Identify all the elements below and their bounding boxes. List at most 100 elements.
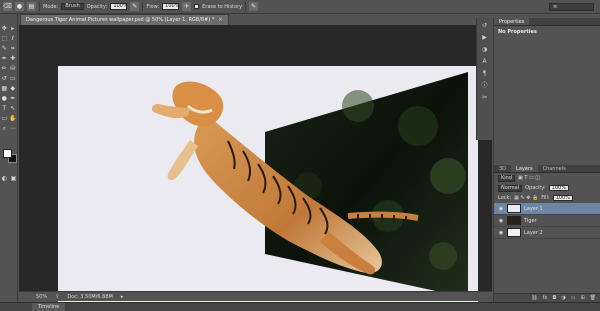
- workspace-select[interactable]: ≡: [549, 3, 594, 11]
- history-brush-tool-icon[interactable]: ↺: [0, 75, 8, 83]
- fx-icon[interactable]: fx: [543, 295, 548, 301]
- quick-select-tool-icon[interactable]: ✎: [0, 45, 8, 53]
- blend-mode-select[interactable]: Normal: [498, 184, 523, 192]
- layers-footer: ⛓ fx ◘ ◑ ▭ ⊞ 🗑: [494, 293, 600, 302]
- document-size: Doc: 3.50M/6.88M: [67, 293, 113, 300]
- layer-thumbnail: [507, 216, 521, 225]
- close-icon[interactable]: ×: [218, 15, 222, 25]
- character-panel-icon[interactable]: A: [480, 58, 490, 66]
- path-select-tool-icon[interactable]: ↖: [9, 105, 17, 113]
- tool-presets-icon[interactable]: ✂: [480, 94, 490, 102]
- screen-mode-icon[interactable]: ▣: [10, 175, 18, 183]
- layer-row[interactable]: ◉ Layer 1: [494, 203, 600, 215]
- flow-label: Flow:: [146, 3, 160, 10]
- opacity-input[interactable]: 100%: [110, 3, 128, 10]
- eye-icon[interactable]: ◉: [498, 218, 504, 224]
- shape-tool-icon[interactable]: ▭: [0, 115, 8, 123]
- layer-name: Tiger: [524, 217, 537, 224]
- layers-tabs: 3D Layers Channels: [494, 165, 600, 173]
- fill-label: Fill:: [541, 195, 550, 201]
- erase-history-checkbox[interactable]: [194, 4, 200, 9]
- mask-icon[interactable]: ◘: [552, 295, 556, 301]
- mode-label: Mode:: [43, 3, 59, 10]
- layer-row[interactable]: ◉ Layer 2: [494, 227, 600, 239]
- pressure-size-icon[interactable]: ✎: [249, 2, 259, 11]
- trash-icon[interactable]: 🗑: [590, 295, 596, 301]
- filter-icons[interactable]: ▣ T ▭ ◫: [518, 175, 540, 181]
- brush-panel-icon[interactable]: ▤: [27, 2, 36, 11]
- adjustments-panel-icon[interactable]: ◑: [480, 46, 490, 54]
- divider: [39, 2, 40, 11]
- brush-size-picker-icon[interactable]: ●: [15, 2, 24, 11]
- actions-panel-icon[interactable]: ▶: [480, 34, 490, 42]
- layer-thumbnail: [507, 204, 521, 213]
- eraser-tool-icon[interactable]: ⌫: [3, 2, 12, 11]
- eye-icon[interactable]: ◉: [498, 230, 504, 236]
- layer-name: Layer 2: [524, 229, 543, 236]
- eye-icon[interactable]: ◉: [498, 206, 504, 212]
- tab-timeline[interactable]: Timeline: [32, 303, 66, 311]
- artboard-tool-icon[interactable]: ▸: [9, 25, 17, 33]
- pressure-opacity-icon[interactable]: ✎: [130, 2, 140, 11]
- adjustment-layer-icon[interactable]: ◑: [561, 295, 565, 301]
- paragraph-panel-icon[interactable]: ¶: [480, 70, 490, 78]
- kind-filter-select[interactable]: Kind: [498, 174, 516, 182]
- divider: [245, 2, 247, 11]
- timeline-panel: Timeline: [0, 302, 600, 311]
- opacity-label: Opacity:: [86, 3, 108, 10]
- gradient-tool-icon[interactable]: ▦: [0, 85, 8, 93]
- info-panel-icon[interactable]: ⓘ: [480, 82, 490, 90]
- divider: [142, 2, 144, 11]
- healing-tool-icon[interactable]: ✚: [9, 55, 17, 63]
- folder-icon[interactable]: ▭: [571, 295, 576, 301]
- tab-3d[interactable]: 3D: [494, 165, 511, 172]
- marquee-tool-icon[interactable]: ⬚: [0, 35, 8, 43]
- brush-tool-icon[interactable]: ✏: [0, 65, 8, 73]
- type-tool-icon[interactable]: T: [0, 105, 8, 113]
- crop-tool-icon[interactable]: ⌗: [9, 45, 17, 53]
- blur-tool-icon[interactable]: ◆: [9, 85, 17, 93]
- mode-select[interactable]: Brush: [61, 3, 84, 10]
- lock-icons[interactable]: ▦ ✎ ✥ 🔒: [514, 195, 538, 201]
- history-panel-icon[interactable]: ↺: [480, 22, 490, 30]
- link-layers-icon[interactable]: ⛓: [531, 295, 537, 301]
- document-canvas[interactable]: [58, 66, 478, 304]
- work-area[interactable]: [19, 25, 492, 304]
- status-menu-icon[interactable]: ▸: [121, 294, 124, 300]
- zoom-level[interactable]: 50%: [36, 294, 47, 300]
- layer-thumbnail: [507, 228, 521, 237]
- layer-opacity-input[interactable]: 100%: [548, 185, 569, 191]
- document-tab[interactable]: Dangerous Tiger Animal Pictures wallpape…: [20, 14, 229, 25]
- zoom-tool-icon[interactable]: ⌕: [0, 125, 8, 133]
- move-tool-icon[interactable]: ✥: [0, 25, 8, 33]
- lock-row: Lock: ▦ ✎ ✥ 🔒 Fill: 100%: [494, 193, 600, 203]
- eraser-tool-icon[interactable]: ▭: [9, 75, 17, 83]
- flow-input[interactable]: 100%: [162, 3, 179, 10]
- tab-layers[interactable]: Layers: [511, 165, 538, 172]
- layer-name: Layer 1: [524, 205, 543, 212]
- tab-channels[interactable]: Channels: [538, 165, 571, 172]
- document-title: Dangerous Tiger Animal Pictures wallpape…: [26, 17, 215, 23]
- foreground-color-swatch[interactable]: [3, 149, 12, 158]
- tab-properties[interactable]: Properties: [494, 18, 530, 25]
- airbrush-icon[interactable]: ✈: [182, 2, 192, 11]
- share-icon[interactable]: ⇪: [55, 294, 59, 300]
- tools-panel: ✥ ▸ ⬚ ℓ ✎ ⌗ ✒ ✚ ✏ ⛁ ↺ ▭ ▦ ◆ ● ✒ T ↖ ▭ ✋ ⌕ ⋯ ◐ ▣: [0, 14, 18, 302]
- clone-stamp-tool-icon[interactable]: ⛁: [9, 65, 17, 73]
- dodge-tool-icon[interactable]: ●: [0, 95, 8, 103]
- more-tools-icon[interactable]: ⋯: [9, 125, 17, 133]
- quick-mask-icon[interactable]: ◐: [1, 175, 9, 183]
- layer-row[interactable]: ◉ Tiger: [494, 215, 600, 227]
- eyedropper-tool-icon[interactable]: ✒: [0, 55, 8, 63]
- properties-body: No Properties: [494, 26, 600, 164]
- properties-title: No Properties: [498, 29, 537, 35]
- pen-tool-icon[interactable]: ✒: [9, 95, 17, 103]
- fill-input[interactable]: 100%: [552, 195, 573, 201]
- right-panels: Properties No Properties 3D Layers Chann…: [493, 18, 600, 302]
- tiger-artwork: [151, 72, 468, 298]
- panel-dock-strip: ↺ ▶ ◑ A ¶ ⓘ ✂: [476, 18, 492, 140]
- hand-tool-icon[interactable]: ✋: [9, 115, 17, 123]
- new-layer-icon[interactable]: ⊞: [580, 295, 584, 301]
- options-bar: ⌫ ● ▤ Mode: Brush Opacity: 100% ✎ Flow: …: [0, 0, 600, 14]
- lasso-tool-icon[interactable]: ℓ: [9, 35, 17, 43]
